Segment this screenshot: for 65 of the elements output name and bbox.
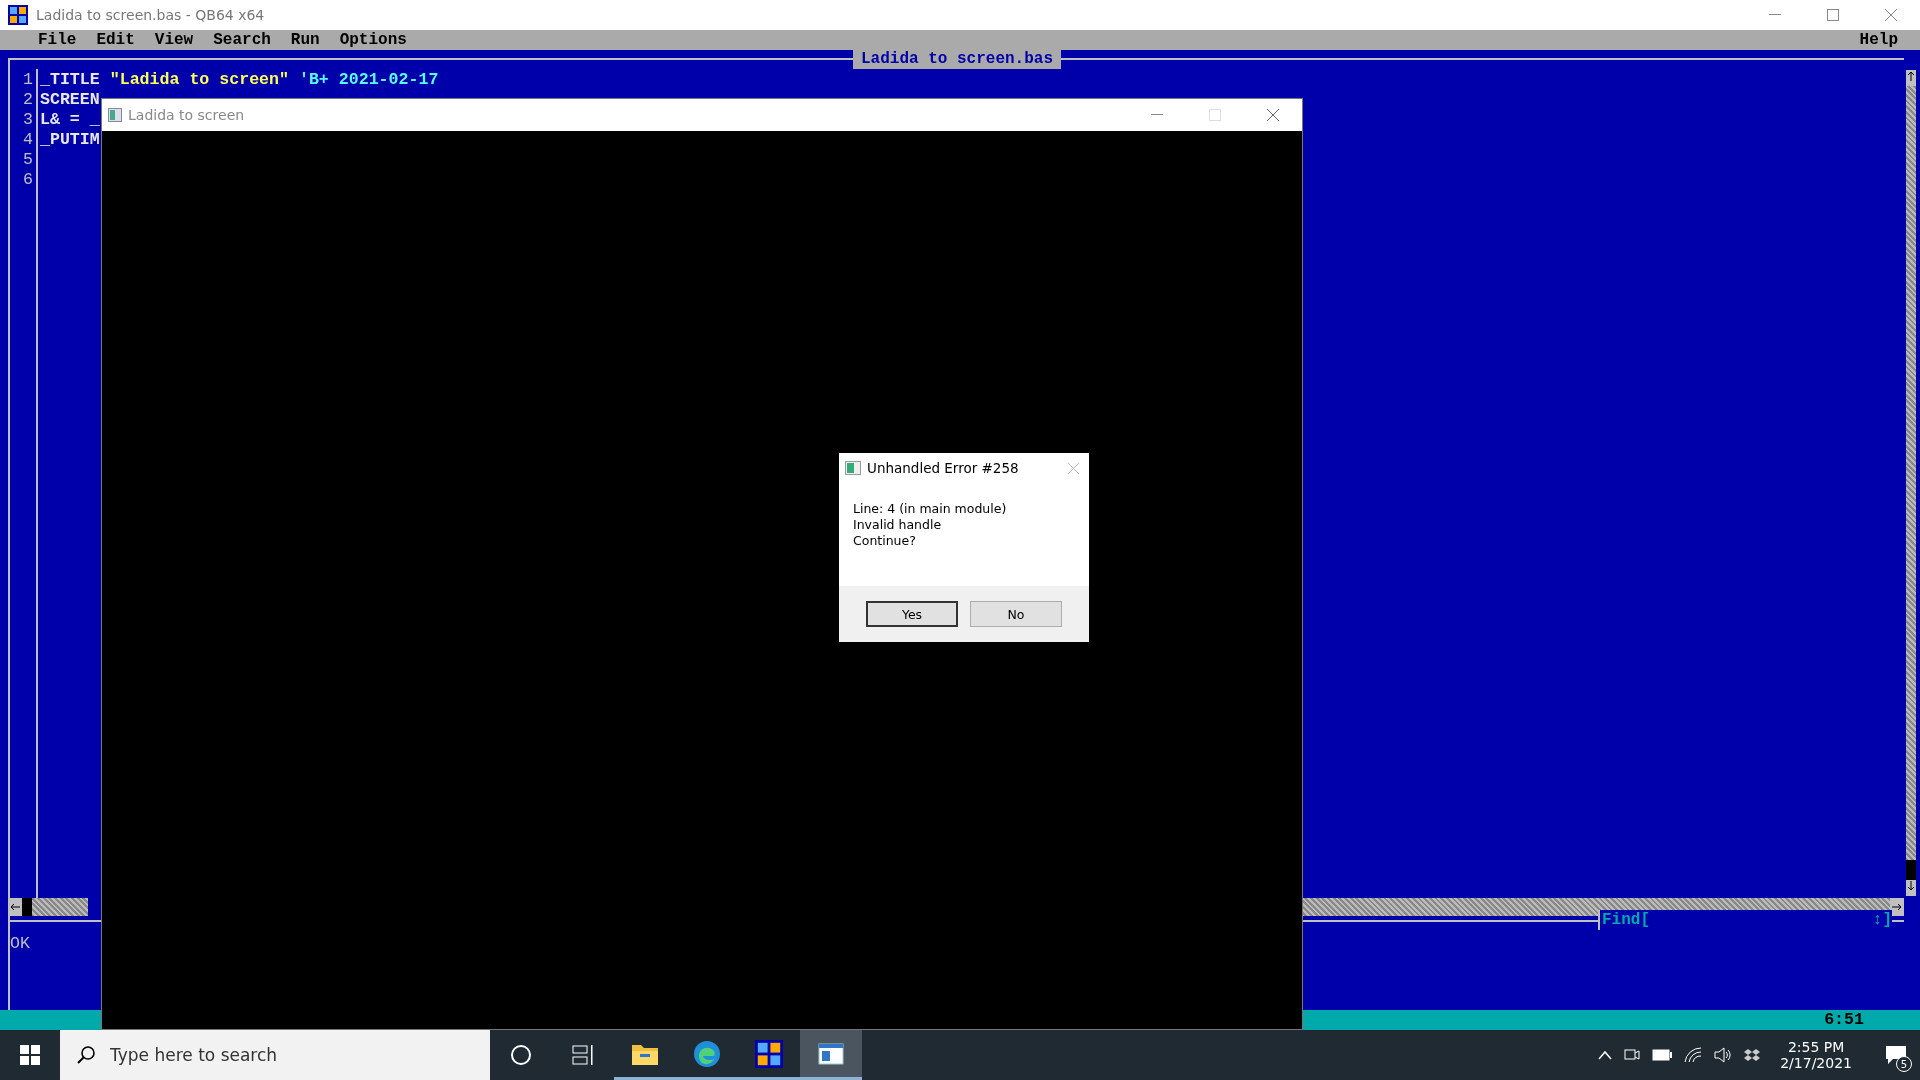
arrow-up-icon[interactable]	[1907, 71, 1915, 81]
menu-item[interactable]: File	[28, 30, 87, 50]
close-icon	[1885, 9, 1897, 21]
menu-item[interactable]: Run	[280, 30, 330, 50]
window-title: Ladida to screen.bas - QB64 x64	[36, 7, 265, 23]
menu-item[interactable]: Edit	[86, 30, 145, 50]
browser-icon	[693, 1039, 721, 1068]
arrow-left-icon[interactable]	[10, 903, 20, 911]
task-view-icon	[572, 1045, 594, 1065]
camera-icon[interactable]	[1624, 1047, 1641, 1063]
qb64-logo-icon	[755, 1039, 783, 1068]
close-icon	[1267, 109, 1279, 121]
dialog-title: Unhandled Error #258	[867, 460, 1019, 476]
menu-item[interactable]: Options	[329, 30, 417, 50]
line-number: 5	[22, 150, 34, 170]
minimize-icon	[1151, 114, 1163, 116]
notifications-button[interactable]: 5	[1872, 1030, 1920, 1080]
notification-count: 5	[1896, 1056, 1912, 1072]
horizontal-scrollbar[interactable]	[8, 898, 88, 916]
maximize-icon	[1209, 109, 1221, 121]
minimize-icon	[1769, 14, 1781, 16]
box-icon[interactable]	[1744, 1048, 1761, 1062]
line-number: 4	[22, 130, 34, 150]
code-line: L& = _	[40, 110, 100, 130]
battery-icon[interactable]	[1652, 1049, 1673, 1061]
line-number: 6	[22, 170, 34, 190]
code-line: _TITLE "Ladida to screen" 'B+ 2021-02-17	[40, 70, 439, 90]
close-icon	[1068, 462, 1079, 474]
arrow-right-icon[interactable]	[1892, 903, 1902, 911]
qb64-logo-icon	[8, 5, 28, 25]
search-icon	[76, 1045, 96, 1065]
search-field[interactable]: Type here to search	[60, 1030, 490, 1080]
line-number: 2	[22, 90, 34, 110]
line-number: 1	[22, 70, 34, 90]
wifi-icon[interactable]	[1684, 1047, 1703, 1063]
dialog-message: Continue?	[853, 533, 917, 549]
find-field[interactable]: Find[ ↕]	[1598, 910, 1892, 930]
chevron-up-icon[interactable]	[1598, 1050, 1613, 1060]
window-icon	[818, 1042, 844, 1065]
cursor-position: 6:51	[1824, 1010, 1864, 1030]
menu-item[interactable]: View	[144, 30, 204, 50]
menu-item[interactable]: Search	[203, 30, 281, 50]
maximize-icon	[1827, 9, 1839, 21]
dialog-button[interactable]: Yes	[866, 601, 958, 627]
windows-logo-icon	[20, 1045, 40, 1065]
circle-icon	[510, 1044, 532, 1066]
dialog-message: Line: 4 (in main module)	[853, 501, 1008, 517]
dialog-message: Invalid handle	[853, 517, 943, 533]
window-icon	[108, 108, 122, 122]
help-menu[interactable]: Help	[1849, 31, 1908, 49]
file-title: Ladida to screen.bas	[853, 49, 1061, 69]
code-line: _PUTIM	[40, 130, 100, 150]
program-window-title: Ladida to screen	[128, 107, 245, 123]
arrow-down-icon[interactable]	[1907, 881, 1915, 891]
line-number: 3	[22, 110, 34, 130]
scrollbar-thumb[interactable]	[22, 898, 32, 916]
dialog-button[interactable]: No	[970, 601, 1062, 627]
code-line: SCREEN	[40, 90, 100, 110]
clock[interactable]: 2:55 PM 2/17/2021	[1772, 1039, 1860, 1071]
scrollbar-thumb[interactable]	[1906, 860, 1916, 880]
immediate-output: OK	[10, 934, 30, 953]
window-icon	[845, 461, 861, 475]
volume-icon[interactable]	[1714, 1047, 1733, 1063]
vertical-scrollbar[interactable]	[1906, 70, 1916, 896]
taskbar-app[interactable]	[800, 1030, 862, 1080]
